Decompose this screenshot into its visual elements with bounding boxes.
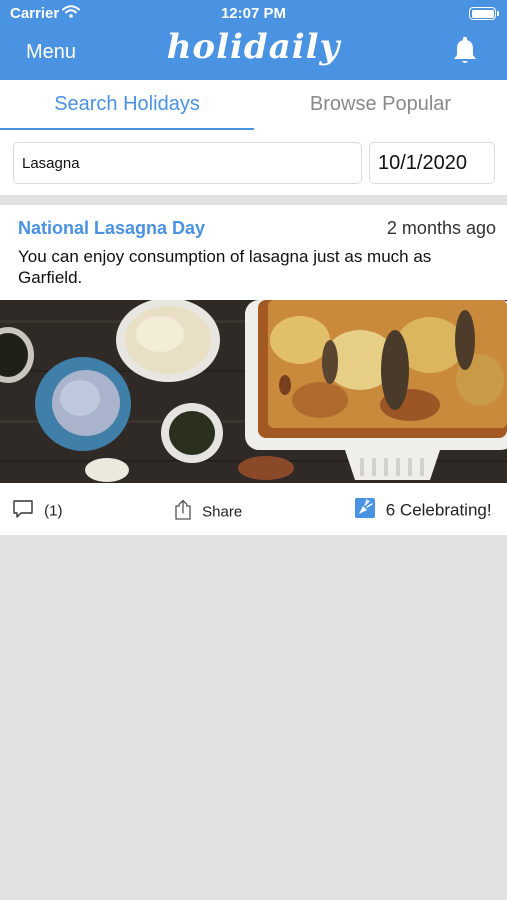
status-time: 12:07 PM bbox=[220, 5, 287, 22]
notifications-bell-icon[interactable] bbox=[451, 36, 479, 71]
top-bar: Carrier 12:07 PM Menu holidaily bbox=[0, 0, 507, 80]
celebrate-button[interactable]: 6 Celebrating! bbox=[355, 498, 492, 523]
comment-count: (1) bbox=[44, 502, 63, 520]
search-row bbox=[0, 130, 507, 195]
share-label: Share bbox=[202, 503, 243, 521]
app-logo: holidaily bbox=[166, 27, 341, 67]
holiday-description: You can enjoy consumption of lasagna jus… bbox=[18, 247, 432, 287]
comments-button[interactable]: (1) bbox=[12, 499, 63, 523]
holiday-card: National Lasagna Day 2 months ago You ca… bbox=[0, 205, 507, 535]
tab-search-holidays[interactable]: Search Holidays bbox=[0, 93, 254, 116]
holiday-photo[interactable] bbox=[0, 300, 507, 483]
search-input[interactable] bbox=[13, 142, 362, 184]
battery-icon bbox=[469, 7, 499, 20]
share-button[interactable]: Share bbox=[174, 499, 242, 525]
card-actions: (1) Share 6 Celebrating! bbox=[0, 483, 507, 535]
comment-icon bbox=[12, 499, 34, 523]
holiday-title-link[interactable]: National Lasagna Day bbox=[18, 218, 205, 239]
tab-browse-popular[interactable]: Browse Popular bbox=[254, 93, 507, 116]
share-icon bbox=[174, 499, 192, 525]
status-bar: Carrier 12:07 PM bbox=[0, 0, 507, 28]
party-popper-icon bbox=[355, 498, 375, 523]
holiday-time-ago: 2 months ago bbox=[386, 218, 496, 238]
date-field[interactable] bbox=[369, 142, 495, 184]
celebrating-count: 6 Celebrating! bbox=[385, 500, 492, 520]
tab-bar: Search Holidays Browse Popular bbox=[0, 80, 507, 130]
